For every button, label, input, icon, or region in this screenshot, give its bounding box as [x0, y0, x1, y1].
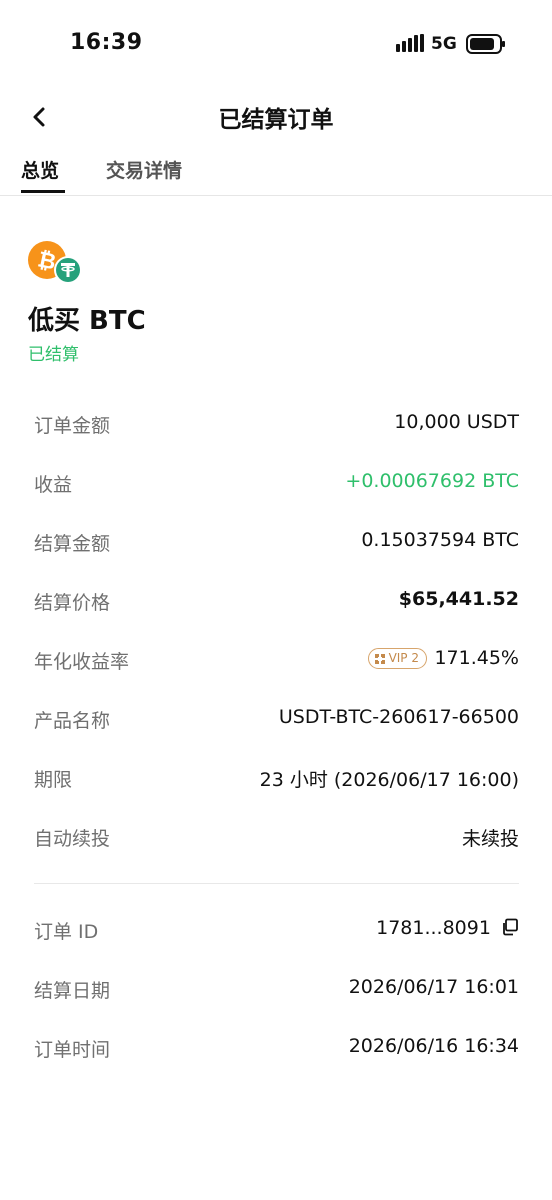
coin-pair-icon: ₿: [28, 241, 82, 284]
tab-active-indicator: [21, 190, 65, 193]
row-label: 结算金额: [34, 533, 111, 555]
detail-row-settlement-date: 结算日期 2026/06/17 16:01: [34, 976, 519, 1006]
row-label: 结算日期: [34, 980, 111, 1002]
detail-row-order-time: 订单时间 2026/06/16 16:34: [34, 1035, 519, 1065]
detail-row-apr: 年化收益率 VIP 2 171.45%: [34, 647, 519, 677]
detail-row-product-name: 产品名称 USDT-BTC-260617-66500: [34, 706, 519, 736]
row-value: $65,441.52: [398, 588, 519, 610]
row-value: 171.45%: [434, 647, 519, 669]
header: 已结算订单: [0, 92, 552, 142]
row-label: 产品名称: [34, 710, 111, 732]
row-value: 0.15037594 BTC: [361, 529, 519, 551]
network-label: 5G: [431, 34, 457, 54]
row-label: 结算价格: [34, 592, 111, 614]
product-title: 低买 BTC: [28, 306, 146, 336]
detail-row-order-id: 订单 ID 1781...8091: [34, 917, 519, 947]
tab-trade-details[interactable]: 交易详情: [106, 156, 182, 183]
page-title: 已结算订单: [218, 107, 334, 133]
status-badge: 已结算: [28, 345, 79, 365]
status-time: 16:39: [70, 30, 143, 55]
detail-row-profit: 收益 +0.00067692 BTC: [34, 470, 519, 500]
row-label: 自动续投: [34, 828, 111, 850]
detail-row-term: 期限 23 小时 (2026/06/17 16:00): [34, 765, 519, 795]
row-value: 2026/06/17 16:01: [348, 976, 519, 998]
row-value: 10,000 USDT: [394, 411, 519, 433]
vip-badge: VIP 2: [367, 648, 427, 669]
tab-overview[interactable]: 总览: [21, 156, 59, 183]
row-value-group: 1781...8091: [376, 917, 519, 939]
detail-row-settlement-amount: 结算金额 0.15037594 BTC: [34, 529, 519, 559]
row-label: 收益: [34, 474, 73, 496]
battery-icon: [466, 34, 505, 54]
usdt-icon: [54, 256, 82, 284]
detail-row-settlement-price: 结算价格 $65,441.52: [34, 588, 519, 618]
row-value: 未续投: [461, 828, 519, 850]
order-id-value: 1781...8091: [376, 917, 491, 939]
row-label: 订单时间: [34, 1039, 111, 1061]
row-value: 23 小时 (2026/06/17 16:00): [259, 769, 519, 791]
vip-label: VIP 2: [388, 651, 419, 665]
tab-bar: 总览 交易详情: [0, 150, 552, 196]
row-label: 期限: [34, 769, 73, 791]
detail-row-auto-renew: 自动续投 未续投: [34, 824, 519, 854]
row-value: USDT-BTC-260617-66500: [278, 706, 519, 728]
order-detail-page: 16:39 5G 已结算订单 总览 交易详情 ₿ 低买 BTC 已结算 订单金额…: [0, 0, 552, 1200]
copy-icon[interactable]: [501, 918, 519, 936]
row-label: 订单 ID: [34, 921, 99, 943]
row-label: 订单金额: [34, 415, 111, 437]
vip-icon: [374, 653, 385, 664]
section-divider: [34, 883, 519, 884]
signal-icon: [396, 34, 424, 52]
detail-row-order-amount: 订单金额 10,000 USDT: [34, 411, 519, 441]
row-value: +0.00067692 BTC: [345, 470, 519, 492]
status-bar: 16:39 5G: [0, 0, 552, 92]
row-label: 年化收益率: [34, 651, 130, 673]
row-value: 2026/06/16 16:34: [348, 1035, 519, 1057]
